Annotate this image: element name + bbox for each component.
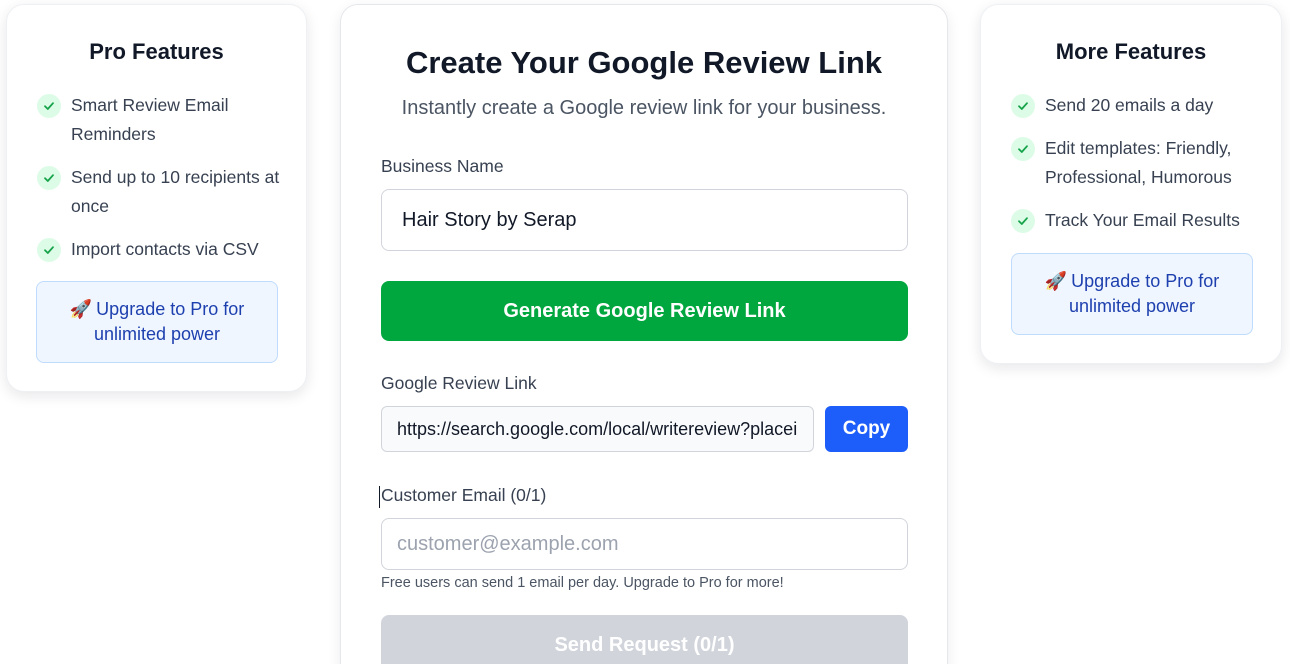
email-limit-hint: Free users can send 1 email per day. Upg… <box>381 575 784 591</box>
check-icon <box>1011 209 1035 233</box>
feature-text: Smart Review Email Reminders <box>71 95 229 144</box>
feature-item: Send up to 10 recipients at once <box>37 163 287 221</box>
more-features-card: More Features Send 20 emails a day Edit … <box>980 4 1282 364</box>
customer-email-label: Customer Email (0/1) <box>381 485 547 505</box>
review-link-form-card: Create Your Google Review Link Instantly… <box>340 4 948 664</box>
feature-item: Edit templates: Friendly, Professional, … <box>1011 134 1271 192</box>
upgrade-to-pro-link[interactable]: 🚀 Upgrade to Pro for unlimited power <box>1011 253 1253 335</box>
page: Pro Features Smart Review Email Reminder… <box>0 0 1290 664</box>
send-request-button[interactable]: Send Request (0/1) <box>381 615 908 664</box>
more-features-title: More Features <box>1055 39 1207 64</box>
upgrade-text: Upgrade to Pro for unlimited power <box>1068 271 1220 316</box>
feature-text: Send up to 10 recipients at once <box>71 167 280 216</box>
page-title: Create Your Google Review Link <box>405 45 883 80</box>
more-features-list: Send 20 emails a day Edit templates: Fri… <box>1011 91 1271 249</box>
customer-email-input[interactable] <box>381 518 908 570</box>
feature-item: Import contacts via CSV <box>37 235 287 264</box>
feature-item: Smart Review Email Reminders <box>37 91 287 149</box>
upgrade-to-pro-link[interactable]: 🚀 Upgrade to Pro for unlimited power <box>36 281 278 363</box>
upgrade-text: Upgrade to Pro for unlimited power <box>93 299 245 344</box>
check-icon <box>1011 94 1035 118</box>
review-link-field[interactable] <box>381 406 814 452</box>
feature-item: Send 20 emails a day <box>1011 91 1271 120</box>
rocket-icon: 🚀 <box>1044 271 1068 291</box>
business-name-input[interactable] <box>381 189 908 251</box>
pro-features-card: Pro Features Smart Review Email Reminder… <box>6 4 307 392</box>
generate-link-button[interactable]: Generate Google Review Link <box>381 281 908 341</box>
feature-text: Send 20 emails a day <box>1045 95 1214 115</box>
review-link-label: Google Review Link <box>381 373 537 393</box>
rocket-icon: 🚀 <box>69 299 93 319</box>
check-icon <box>1011 137 1035 161</box>
page-subtitle: Instantly create a Google review link fo… <box>401 97 887 119</box>
business-name-label: Business Name <box>381 156 504 176</box>
pro-features-title: Pro Features <box>89 39 224 64</box>
text-cursor <box>379 486 380 508</box>
check-icon <box>37 166 61 190</box>
feature-text: Import contacts via CSV <box>71 239 259 259</box>
check-icon <box>37 94 61 118</box>
pro-features-list: Smart Review Email Reminders Send up to … <box>37 91 287 278</box>
feature-item: Track Your Email Results <box>1011 206 1271 235</box>
copy-button[interactable]: Copy <box>825 406 908 452</box>
feature-text: Edit templates: Friendly, Professional, … <box>1045 138 1232 187</box>
feature-text: Track Your Email Results <box>1045 210 1240 230</box>
check-icon <box>37 238 61 262</box>
